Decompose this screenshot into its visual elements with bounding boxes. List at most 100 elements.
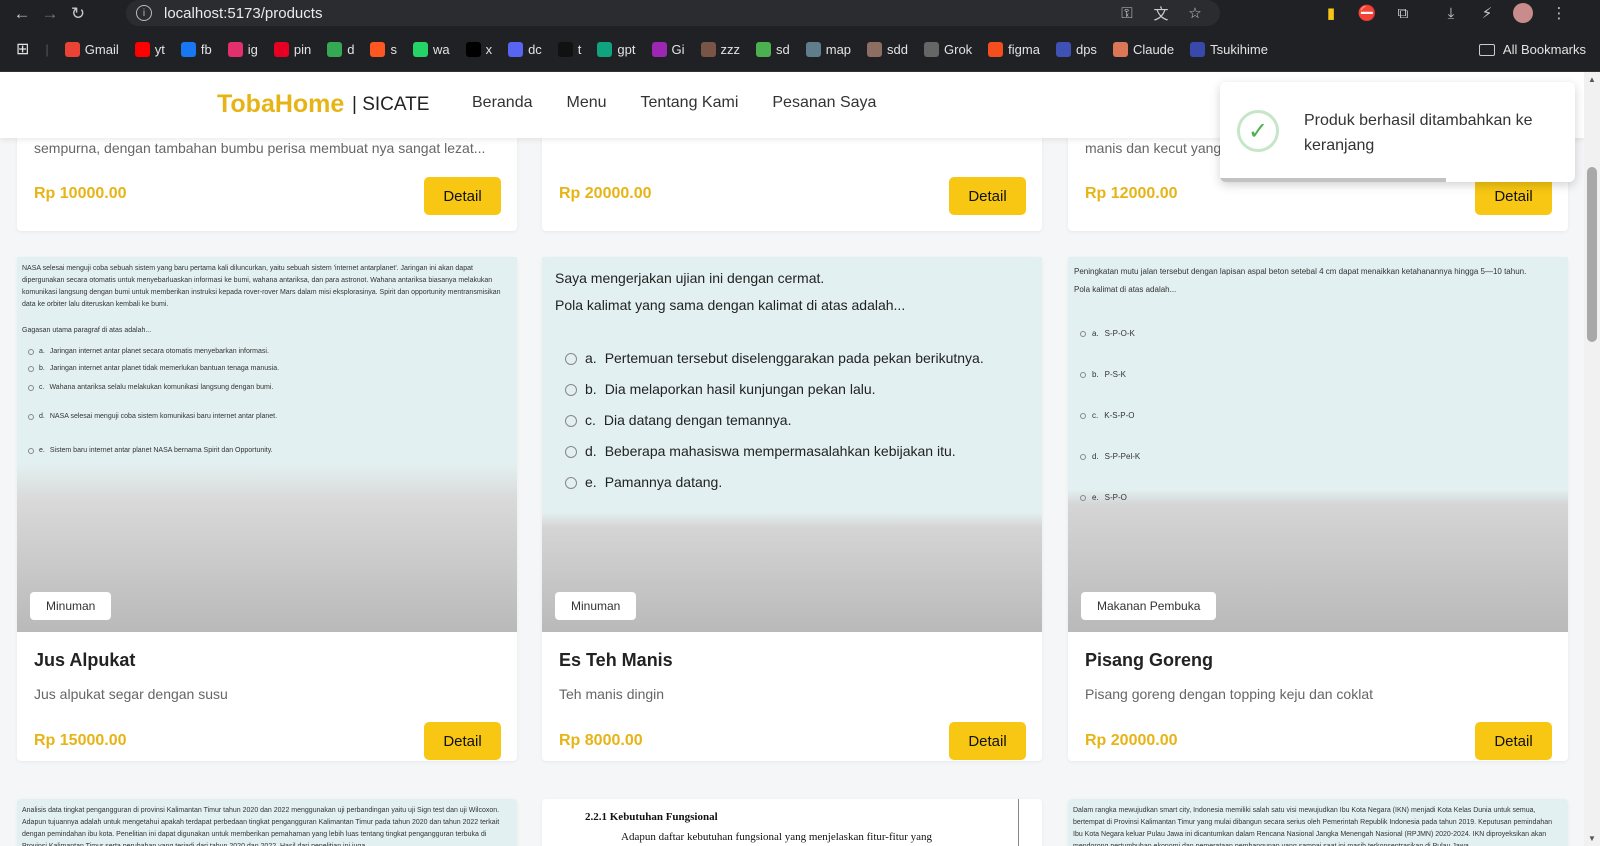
all-bookmarks-label[interactable]: All Bookmarks — [1503, 42, 1586, 57]
bookmark-item[interactable]: Grok — [924, 41, 972, 57]
option-text: P-S-K — [1104, 369, 1127, 379]
more-icon[interactable]: ⋮ — [1548, 2, 1570, 24]
success-toast[interactable]: ✓ Produk berhasil ditambahkan ke keranja… — [1220, 82, 1575, 182]
category-badge: Makanan Pembuka — [1081, 592, 1217, 620]
bookmark-label[interactable]: dc — [528, 42, 542, 57]
bookmark-item[interactable]: Claude — [1112, 41, 1174, 57]
bookmark-label[interactable]: Gi — [672, 42, 685, 57]
page-scrollbar[interactable]: ▲ ▼ — [1584, 72, 1600, 846]
bookmark-label[interactable]: sdd — [887, 42, 908, 57]
bookmark-item[interactable]: Gmail — [64, 41, 119, 57]
product-card: Saya mengerjakan ujian ini dengan cermat… — [542, 257, 1042, 761]
reload-icon[interactable]: ↻ — [64, 2, 92, 26]
bookmark-item[interactable]: figma — [988, 41, 1040, 57]
download-icon[interactable]: ⤓ — [1440, 2, 1462, 24]
image-option: c. Wahana antariksa selalu melakukan komu… — [28, 377, 512, 398]
puzzle-icon[interactable]: ⧉ — [1392, 2, 1414, 24]
bookmark-item[interactable]: gpt — [597, 41, 636, 57]
scroll-down-icon[interactable]: ▼ — [1588, 834, 1596, 843]
bookmark-label[interactable]: Claude — [1133, 42, 1174, 57]
bookmark-label[interactable]: yt — [155, 42, 165, 57]
option-key: d. — [39, 412, 45, 420]
bookmark-label[interactable]: Grok — [944, 42, 972, 57]
radio-icon — [1080, 494, 1086, 501]
bookmark-item[interactable]: map — [805, 41, 851, 57]
bookmark-item[interactable]: yt — [134, 41, 165, 57]
bookmark-item[interactable]: dps — [1055, 41, 1097, 57]
bookmark-item[interactable]: t — [557, 41, 582, 57]
bookmark-label[interactable]: figma — [1008, 42, 1040, 57]
detail-button[interactable]: Detail — [1475, 177, 1552, 215]
product-image[interactable]: 2.2.1 Kebutuhan Fungsional Adapun daftar… — [542, 799, 1042, 846]
performance-icon[interactable]: ⚡ — [1476, 2, 1498, 24]
extension-icon[interactable]: ▮ — [1320, 2, 1342, 24]
bookmark-label[interactable]: pin — [294, 42, 311, 57]
forward-icon[interactable]: → — [36, 2, 64, 26]
all-bookmarks[interactable]: All Bookmarks — [1478, 27, 1586, 72]
bookmark-item[interactable]: sd — [756, 41, 790, 57]
option-key: a. — [39, 347, 45, 355]
product-image[interactable]: NASA selesai menguji coba sebuah sistem … — [17, 257, 517, 632]
bookmark-label[interactable]: Gmail — [85, 42, 119, 57]
bookmark-favicon-icon — [557, 41, 573, 57]
bookmark-item[interactable]: dc — [508, 41, 542, 57]
bookmark-item[interactable]: s — [370, 41, 397, 57]
adblock-icon[interactable]: ⛔ — [1356, 2, 1378, 24]
bookmark-label[interactable]: gpt — [617, 42, 635, 57]
bookmark-label[interactable]: Tsukihime — [1210, 42, 1268, 57]
detail-button[interactable]: Detail — [1475, 722, 1552, 760]
product-image[interactable]: Dalam rangka mewujudkan smart city, Indo… — [1068, 799, 1568, 846]
avatar[interactable] — [1512, 2, 1534, 24]
bookmark-item[interactable]: ig — [227, 41, 258, 57]
bookmark-item[interactable]: sdd — [867, 41, 908, 57]
bookmark-label[interactable]: ig — [248, 42, 258, 57]
browser-toolbar: ← → ↻ i localhost:5173/products ⚿ 文 ☆ ▮ … — [0, 0, 1600, 27]
bookmark-label[interactable]: t — [578, 42, 582, 57]
bookmark-label[interactable]: dps — [1076, 42, 1097, 57]
bookmark-label[interactable]: d — [347, 42, 354, 57]
product-image[interactable]: Peningkatan mutu jalan tersebut dengan l… — [1068, 257, 1568, 632]
bookmark-label[interactable]: map — [826, 42, 851, 57]
product-name: Es Teh Manis — [559, 650, 673, 670]
bookmark-item[interactable]: zzz — [700, 41, 741, 57]
back-icon[interactable]: ← — [8, 2, 36, 26]
bookmark-item[interactable]: x — [465, 41, 493, 57]
detail-button[interactable]: Detail — [424, 177, 501, 215]
bookmark-item[interactable]: Tsukihime — [1190, 41, 1268, 57]
menu-beranda[interactable]: Beranda — [472, 94, 533, 112]
detail-button[interactable]: Detail — [949, 722, 1026, 760]
bookmark-label[interactable]: s — [390, 42, 397, 57]
bookmark-item[interactable]: Gi — [651, 41, 685, 57]
key-icon[interactable]: ⚿ — [1116, 2, 1138, 24]
image-option: b. P-S-K — [1080, 354, 1564, 395]
image-option: d. Beberapa mahasiswa mempermasalahkan ke… — [565, 436, 984, 467]
scroll-thumb[interactable] — [1587, 167, 1597, 342]
bookmark-favicon-icon — [134, 41, 150, 57]
site-info-icon[interactable]: i — [136, 5, 152, 21]
product-image[interactable]: Analisis data tingkat pengangguran di pr… — [17, 799, 517, 846]
option-text: Beberapa mahasiswa mempermasalahkan kebi… — [604, 443, 956, 459]
scroll-up-icon[interactable]: ▲ — [1588, 75, 1596, 84]
bookmark-item[interactable]: pin — [273, 41, 311, 57]
url-text[interactable]: localhost:5173/products — [164, 5, 322, 22]
bookmark-label[interactable]: sd — [776, 42, 790, 57]
bookmark-item[interactable]: fb — [180, 41, 212, 57]
bookmark-item[interactable]: wa — [412, 41, 450, 57]
menu-pesanan-saya[interactable]: Pesanan Saya — [772, 94, 876, 112]
bookmark-item[interactable]: d — [327, 41, 354, 57]
translate-icon[interactable]: 文 — [1150, 2, 1172, 24]
star-icon[interactable]: ☆ — [1184, 2, 1206, 24]
detail-button[interactable]: Detail — [424, 722, 501, 760]
address-bar[interactable]: i localhost:5173/products ⚿ 文 ☆ — [126, 0, 1220, 26]
menu-tentang-kami[interactable]: Tentang Kami — [641, 94, 739, 112]
product-image[interactable]: Saya mengerjakan ujian ini dengan cermat… — [542, 257, 1042, 632]
site-logo[interactable]: TobaHome — [217, 90, 344, 119]
bookmark-label[interactable]: fb — [201, 42, 212, 57]
detail-button[interactable]: Detail — [949, 177, 1026, 215]
bookmark-label[interactable]: wa — [433, 42, 450, 57]
bookmark-label[interactable]: x — [486, 42, 493, 57]
menu-menu[interactable]: Menu — [567, 94, 607, 112]
bookmark-label[interactable]: zzz — [721, 42, 741, 57]
apps-icon[interactable]: ⊞ — [16, 39, 29, 59]
product-card: NASA selesai menguji coba sebuah sistem … — [17, 257, 517, 761]
